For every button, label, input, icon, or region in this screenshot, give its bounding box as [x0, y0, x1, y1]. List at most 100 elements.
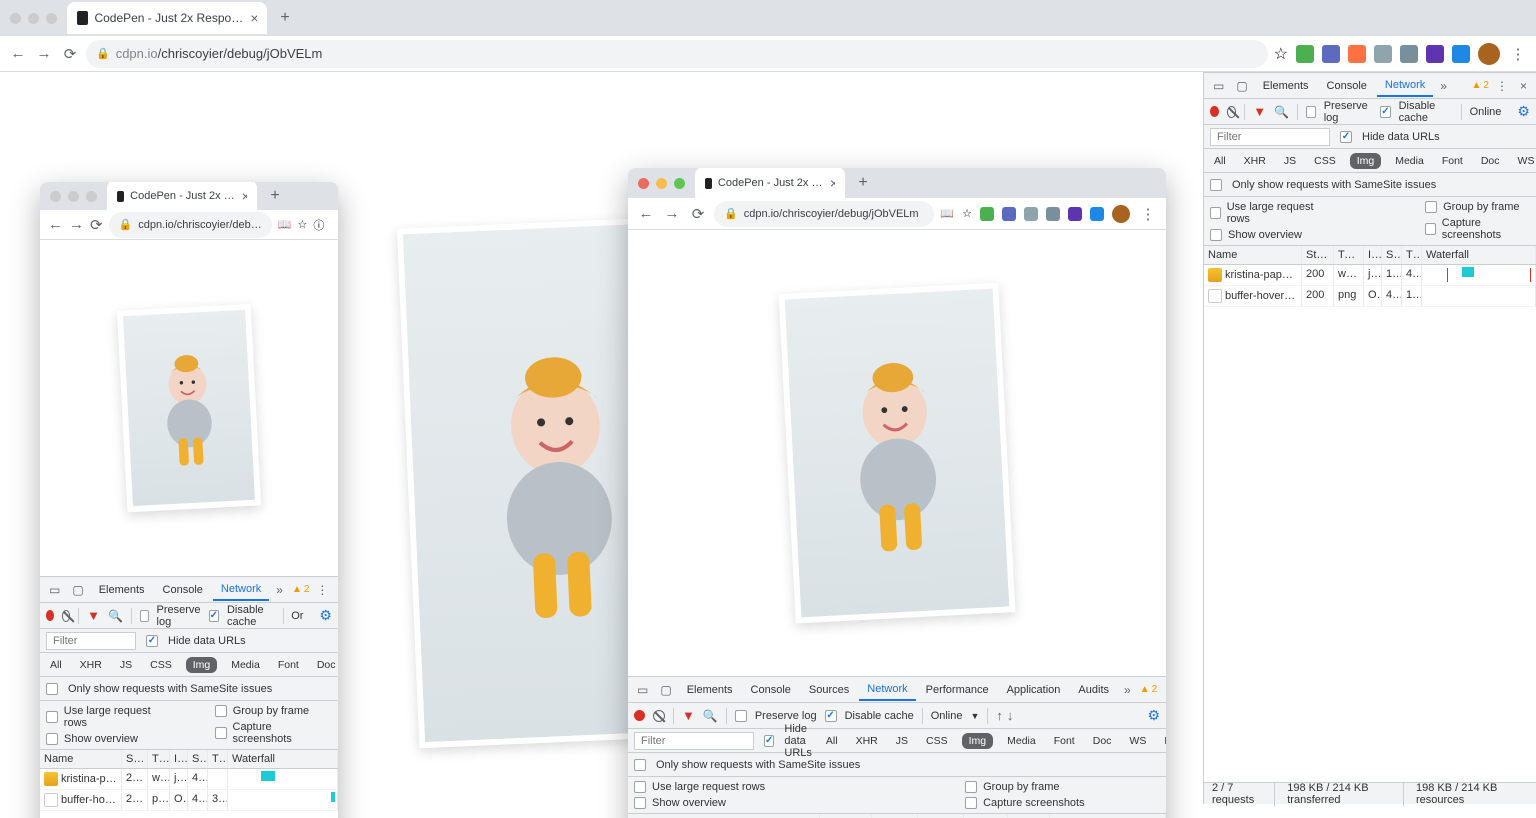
disable-cache-checkbox[interactable]: [1380, 106, 1390, 118]
browser-tab[interactable]: CodePen - Just 2x Responsive I… ×: [695, 168, 845, 199]
tab-application[interactable]: Application: [999, 680, 1069, 700]
disable-cache-checkbox[interactable]: [825, 710, 837, 722]
extension-icon[interactable]: [1452, 45, 1470, 63]
tab-network[interactable]: Network: [213, 579, 269, 601]
hide-urls-checkbox[interactable]: [146, 635, 158, 647]
search-icon[interactable]: 🔍: [108, 609, 123, 623]
table-row[interactable]: kristina-papa… 200 w… j… 4…: [40, 769, 338, 790]
extension-icon[interactable]: [1374, 45, 1392, 63]
gear-icon[interactable]: ⚙: [319, 607, 332, 624]
tab-elements[interactable]: Elements: [679, 680, 741, 700]
extension-icon[interactable]: [1400, 45, 1418, 63]
large-rows-checkbox[interactable]: [634, 781, 646, 793]
filter-icon[interactable]: ▼: [1253, 104, 1266, 119]
filter-img[interactable]: Img: [186, 657, 218, 673]
extension-icon[interactable]: [1024, 207, 1038, 221]
gear-icon[interactable]: ⚙: [1517, 103, 1530, 120]
filter-xhr[interactable]: XHR: [76, 657, 106, 673]
samesite-checkbox[interactable]: [634, 759, 646, 771]
search-icon[interactable]: 🔍: [1274, 105, 1289, 119]
filter-icon[interactable]: ▼: [87, 608, 100, 623]
forward-button[interactable]: →: [662, 204, 682, 224]
mac-traffic-lights[interactable]: [628, 174, 695, 192]
inspect-icon[interactable]: ▭: [1208, 76, 1229, 96]
filter-all[interactable]: All: [46, 657, 66, 673]
filter-input[interactable]: [1210, 128, 1330, 146]
forward-button[interactable]: →: [34, 44, 54, 64]
table-row[interactable]: kristina-paparo-g… 200 w… j… 1… 4…: [1204, 265, 1536, 286]
filter-media[interactable]: Media: [227, 657, 264, 673]
extension-icon[interactable]: [1296, 45, 1314, 63]
samesite-checkbox[interactable]: [1210, 179, 1222, 191]
chevron-right-icon[interactable]: »: [1119, 680, 1136, 700]
mac-traffic-lights[interactable]: [0, 9, 67, 27]
extension-icon[interactable]: [1002, 207, 1016, 221]
filter-doc[interactable]: Doc: [313, 657, 338, 673]
menu-icon[interactable]: ⋮: [1508, 44, 1528, 64]
overview-checkbox[interactable]: [634, 797, 646, 809]
new-tab-button[interactable]: +: [851, 171, 875, 195]
gear-icon[interactable]: ⚙: [1147, 707, 1160, 724]
extension-icon[interactable]: [1322, 45, 1340, 63]
reader-icon[interactable]: 📖: [278, 218, 292, 231]
overview-checkbox[interactable]: [1210, 229, 1222, 241]
new-tab-button[interactable]: +: [273, 6, 297, 30]
table-row[interactable]: buffer-hover-i… 200 p… O… 4… 3…: [40, 790, 338, 811]
tab-sources[interactable]: Sources: [801, 680, 857, 700]
mac-traffic-lights[interactable]: [40, 187, 107, 205]
filter-css[interactable]: CSS: [146, 657, 176, 673]
overview-checkbox[interactable]: [46, 733, 58, 745]
device-icon[interactable]: ▢: [67, 580, 88, 600]
chevron-right-icon[interactable]: »: [1435, 76, 1452, 96]
reload-button[interactable]: ⟳: [60, 44, 80, 64]
settings-icon[interactable]: ⋮: [311, 580, 333, 600]
tab-network[interactable]: Network: [1377, 75, 1433, 97]
address-bar[interactable]: 🔒 cdpn.io/chriscoyier/debug/jObVELm: [86, 40, 1268, 68]
tab-performance[interactable]: Performance: [918, 680, 997, 700]
preserve-log-checkbox[interactable]: [735, 710, 747, 722]
settings-icon[interactable]: ⋮: [1491, 76, 1513, 96]
extension-icons[interactable]: ☆ ⋮: [1274, 43, 1528, 65]
capture-checkbox[interactable]: [1425, 223, 1436, 235]
menu-icon[interactable]: ⋮: [1138, 204, 1158, 224]
settings-icon[interactable]: ⋮: [1159, 680, 1166, 700]
reader-icon[interactable]: 📖: [940, 207, 954, 220]
hide-urls-checkbox[interactable]: [1340, 131, 1352, 143]
disable-cache-checkbox[interactable]: [209, 610, 219, 622]
close-tab-icon[interactable]: ×: [242, 188, 247, 204]
tab-console[interactable]: Console: [1319, 76, 1375, 96]
extension-icon[interactable]: [1348, 45, 1366, 63]
preserve-log-checkbox[interactable]: [140, 610, 149, 622]
extension-icon[interactable]: [1426, 45, 1444, 63]
extension-icon[interactable]: [980, 207, 994, 221]
address-bar[interactable]: 🔒 cdpn.io/chriscoyier/debug/jObVELm: [714, 201, 934, 227]
tab-console[interactable]: Console: [743, 680, 799, 700]
tab-elements[interactable]: Elements: [91, 580, 153, 600]
tab-network[interactable]: Network: [859, 679, 915, 701]
search-icon[interactable]: 🔍: [703, 709, 718, 723]
profile-avatar[interactable]: [1478, 43, 1500, 65]
back-button[interactable]: ←: [8, 44, 28, 64]
reload-button[interactable]: ⟳: [90, 215, 103, 235]
capture-checkbox[interactable]: [215, 727, 227, 739]
new-tab-button[interactable]: +: [263, 184, 287, 208]
chevron-right-icon[interactable]: »: [271, 580, 288, 600]
close-tab-icon[interactable]: ×: [250, 10, 257, 26]
close-tab-icon[interactable]: ×: [830, 175, 835, 191]
tab-elements[interactable]: Elements: [1255, 76, 1317, 96]
samesite-checkbox[interactable]: [46, 683, 58, 695]
back-button[interactable]: ←: [48, 215, 63, 235]
filter-input[interactable]: [46, 632, 136, 650]
filter-font[interactable]: Font: [274, 657, 303, 673]
star-icon[interactable]: ☆: [1274, 44, 1288, 64]
browser-tab[interactable]: CodePen - Just 2x Responsive I… ×: [67, 2, 267, 34]
record-button[interactable]: [634, 710, 645, 721]
filter-js[interactable]: JS: [116, 657, 136, 673]
group-checkbox[interactable]: [1425, 201, 1437, 213]
device-icon[interactable]: ▢: [655, 680, 676, 700]
tab-console[interactable]: Console: [155, 580, 211, 600]
group-checkbox[interactable]: [965, 781, 977, 793]
hide-urls-checkbox[interactable]: [764, 735, 774, 747]
warning-badge[interactable]: ▲2: [292, 584, 309, 595]
clear-button[interactable]: [653, 710, 665, 722]
